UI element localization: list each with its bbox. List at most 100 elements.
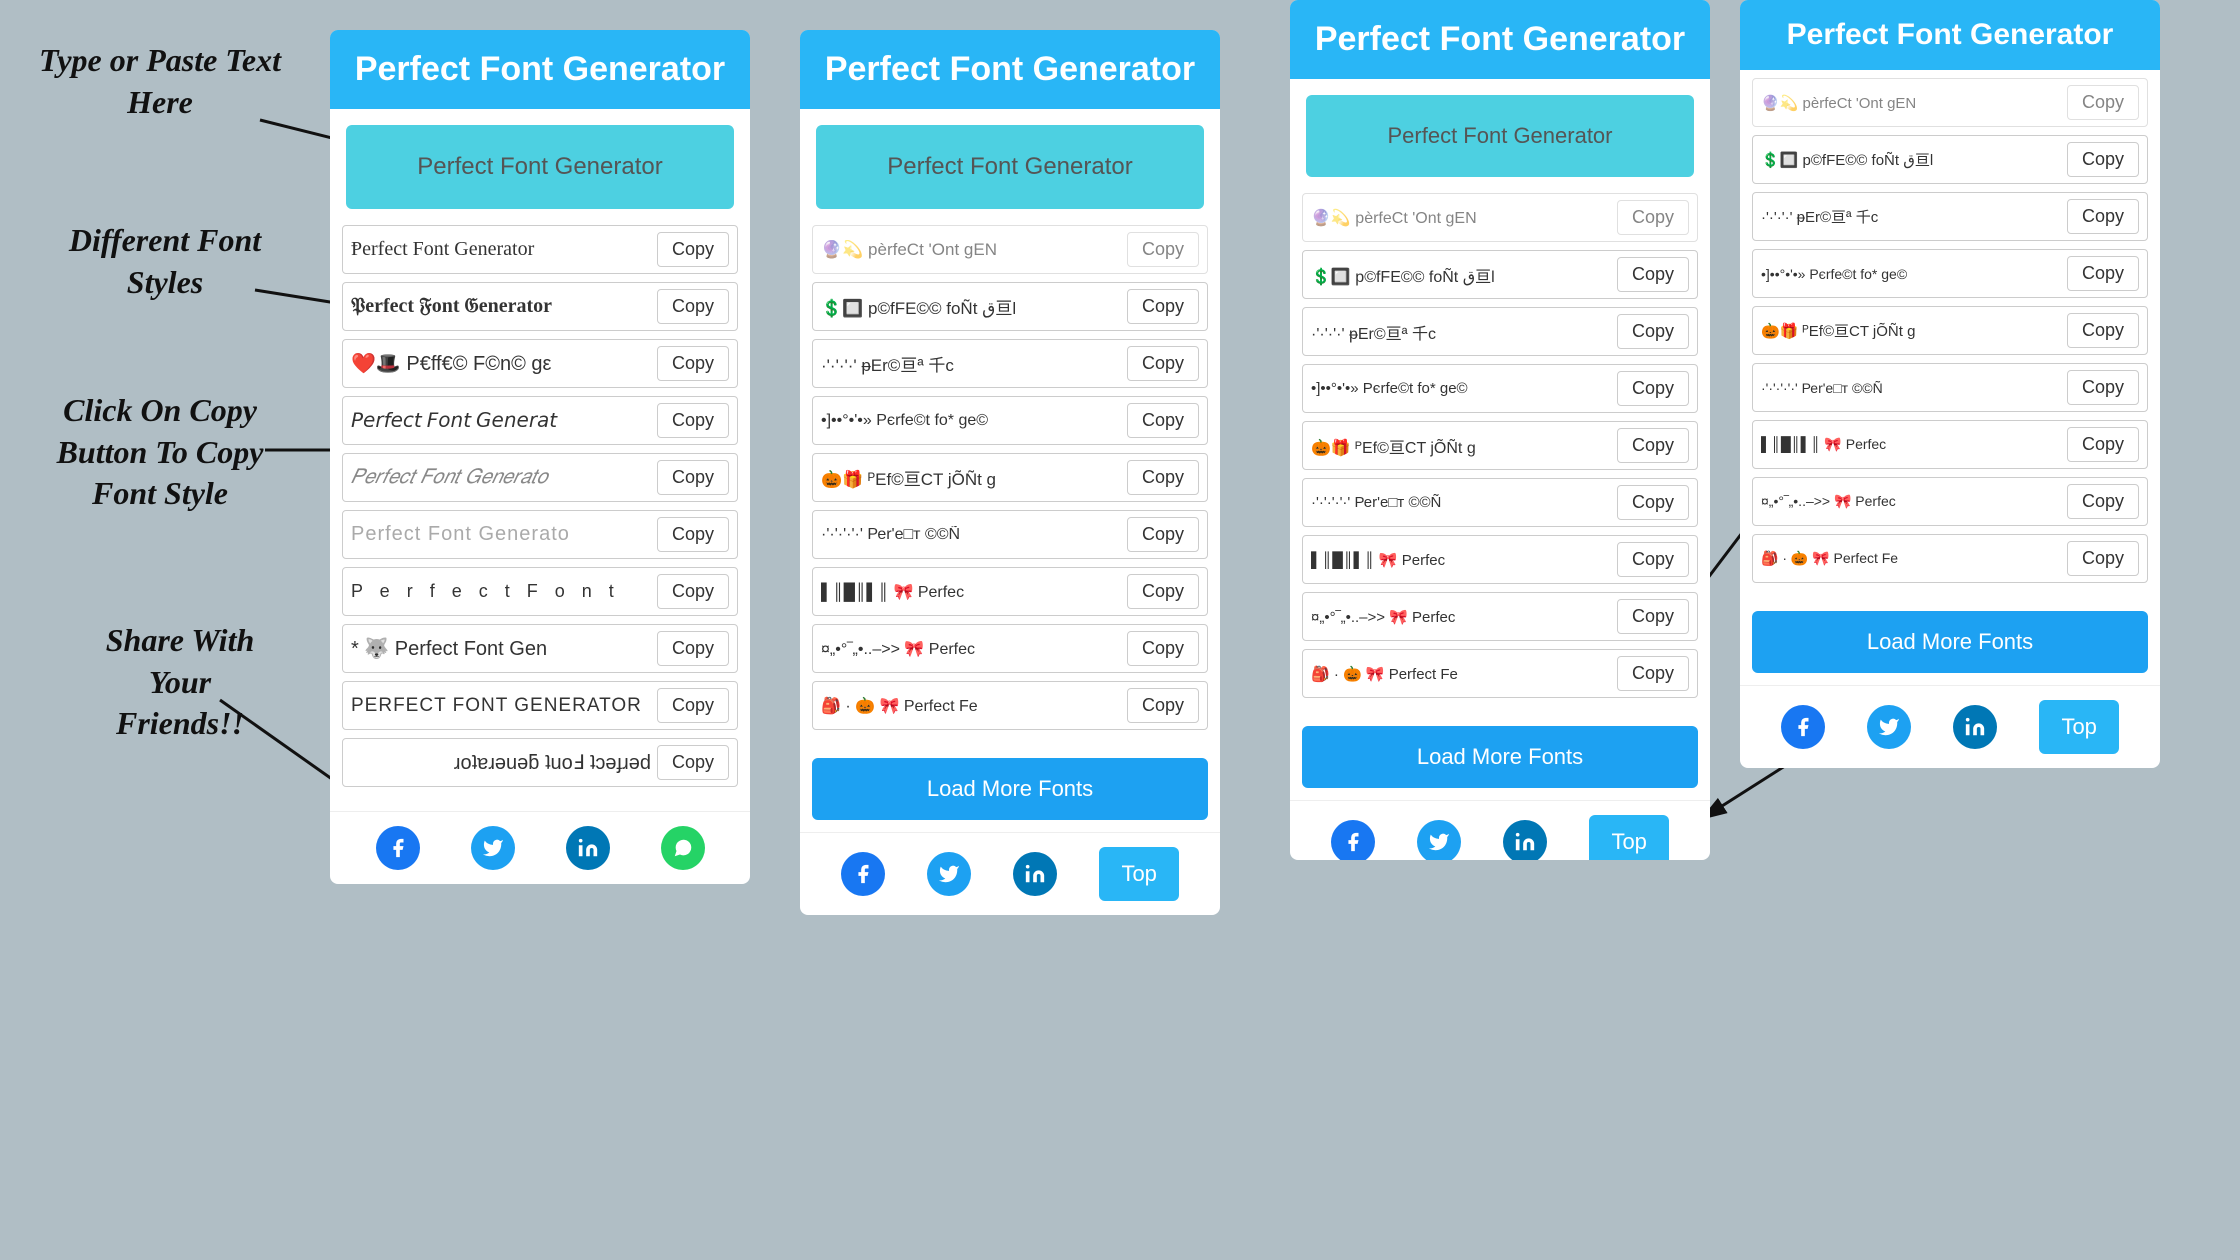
copy-button[interactable]: Copy bbox=[2067, 199, 2139, 234]
copy-button[interactable]: Copy bbox=[1127, 631, 1199, 666]
font-row: ·'·'·'·' ᵽEr©亘ª 千c Copy bbox=[812, 339, 1208, 388]
copy-button[interactable]: Copy bbox=[657, 346, 729, 381]
load-more-button-3[interactable]: Load More Fonts bbox=[1752, 611, 2148, 673]
copy-button[interactable]: Copy bbox=[1617, 371, 1689, 406]
copy-button[interactable]: Copy bbox=[657, 289, 729, 324]
linkedin-icon-4[interactable] bbox=[1953, 705, 1997, 749]
font-row: 𝘗𝘦𝘳𝘧𝘦𝘤𝘵 𝘍𝘰𝘯𝘵 𝘎𝘦𝘯𝘦𝘳𝘢𝘵 Copy bbox=[342, 396, 738, 445]
annotation-click-copy: Click On CopyButton To CopyFont Style bbox=[20, 390, 300, 515]
linkedin-icon-3[interactable] bbox=[1503, 820, 1547, 860]
copy-button[interactable]: Copy bbox=[1617, 599, 1689, 634]
copy-button[interactable]: Copy bbox=[657, 517, 729, 552]
linkedin-icon[interactable] bbox=[566, 826, 610, 870]
copy-button[interactable]: Copy bbox=[657, 688, 729, 723]
top-button-2[interactable]: Top bbox=[1589, 815, 1668, 860]
font-text: 🎃🎁 ᴾEf©亘CT jÕÑt g bbox=[821, 465, 1121, 490]
copy-button[interactable]: Copy bbox=[1127, 574, 1199, 609]
font-row: 🎃🎁 ᴾEf©亘CT jÕÑt g Copy bbox=[1302, 421, 1698, 470]
top-button[interactable]: Top bbox=[1099, 847, 1178, 901]
copy-button[interactable]: Copy bbox=[1127, 403, 1199, 438]
font-row: Ᵽerfect Font Generator Copy bbox=[342, 225, 738, 274]
font-text: Ᵽerfect Font Generator bbox=[351, 238, 651, 261]
font-row: ¤„•°‾„•..–>> 🎀 Perfec Copy bbox=[1752, 477, 2148, 526]
font-row: ·'·'·'·'·' Реr'е□т ©©Ñ Copy bbox=[812, 510, 1208, 559]
copy-button[interactable]: Copy bbox=[1127, 517, 1199, 552]
copy-button[interactable]: Copy bbox=[657, 745, 729, 780]
top-button-3[interactable]: Top bbox=[2039, 700, 2118, 754]
copy-button[interactable]: Copy bbox=[1617, 428, 1689, 463]
copy-button[interactable]: Copy bbox=[1127, 688, 1199, 723]
font-row: ▌║█║▌║ 🎀 Perfec Copy bbox=[812, 567, 1208, 616]
copy-button[interactable]: Copy bbox=[1617, 257, 1689, 292]
copy-button[interactable]: Copy bbox=[1617, 542, 1689, 577]
copy-button[interactable]: Copy bbox=[2067, 541, 2139, 576]
copy-button[interactable]: Copy bbox=[657, 232, 729, 267]
font-row: ▌║█║▌║ 🎀 Perfec Copy bbox=[1752, 420, 2148, 469]
font-row: 💲🔲 p©fFE©© foÑt ق亘l Copy bbox=[1302, 250, 1698, 299]
font-row: * 🐺 Perfect Font Gen Copy bbox=[342, 624, 738, 673]
copy-button[interactable]: Copy bbox=[2067, 256, 2139, 291]
twitter-icon-2[interactable] bbox=[927, 852, 971, 896]
copy-button[interactable]: Copy bbox=[1127, 289, 1199, 324]
copy-button[interactable]: Copy bbox=[1617, 656, 1689, 691]
copy-button[interactable]: Copy bbox=[1617, 200, 1689, 235]
facebook-icon[interactable] bbox=[376, 826, 420, 870]
copy-button[interactable]: Copy bbox=[1127, 346, 1199, 381]
copy-button[interactable]: Copy bbox=[657, 631, 729, 666]
copy-button[interactable]: Copy bbox=[1617, 485, 1689, 520]
copy-button[interactable]: Copy bbox=[2067, 484, 2139, 519]
twitter-icon-3[interactable] bbox=[1417, 820, 1461, 860]
twitter-icon-4[interactable] bbox=[1867, 705, 1911, 749]
font-text: ·'·'·'·' ᵽEr©亘ª 千c bbox=[1761, 206, 2061, 227]
load-more-button-2[interactable]: Load More Fonts bbox=[1302, 726, 1698, 788]
font-row: 🔮💫 pèrfeCt 'Ont gEN Copy bbox=[1752, 78, 2148, 127]
font-text: ·'·'·'·' ᵽEr©亘ª 千c bbox=[821, 351, 1121, 376]
text-input-area-2[interactable]: Perfect Font Generator bbox=[816, 125, 1204, 209]
copy-button[interactable]: Copy bbox=[2067, 427, 2139, 462]
font-text: PERFECT FONT GENERATOR bbox=[351, 695, 651, 717]
font-row: ·'·'·'·' ᵽEr©亘ª 千c Copy bbox=[1302, 307, 1698, 356]
font-row: ¤„•°‾„•..–>> 🎀 Perfec Copy bbox=[1302, 592, 1698, 641]
text-input-area-3[interactable]: Perfect Font Generator bbox=[1306, 95, 1694, 177]
font-text: 🔮💫 pèrfeCt 'Ont gEN bbox=[821, 240, 1121, 260]
font-text: ·'·'·'·'·' Реr'е□т ©©Ñ bbox=[1311, 494, 1611, 511]
copy-button[interactable]: Copy bbox=[2067, 85, 2139, 120]
copy-button[interactable]: Copy bbox=[657, 574, 729, 609]
font-row: 🎒 · 🎃 🎀 Perfect Fe Copy bbox=[1752, 534, 2148, 583]
font-text: ¤„•°‾„•..–>> 🎀 Perfec bbox=[1761, 493, 2061, 510]
social-bar-left bbox=[330, 811, 750, 884]
copy-button[interactable]: Copy bbox=[1617, 314, 1689, 349]
copy-button[interactable]: Copy bbox=[657, 460, 729, 495]
copy-button[interactable]: Copy bbox=[2067, 313, 2139, 348]
font-text: ¤„•°‾„•..–>> 🎀 Perfec bbox=[821, 639, 1121, 659]
whatsapp-icon[interactable] bbox=[661, 826, 705, 870]
panel-right-title: Perfect Font Generator bbox=[816, 50, 1204, 89]
font-text: ·'·'·'·'·' Реr'е□т ©©Ñ bbox=[821, 526, 1121, 544]
font-row: ¤„•°‾„•..–>> 🎀 Perfec Copy bbox=[812, 624, 1208, 673]
font-text: 💲🔲 p©fFE©© foÑt ق亘l bbox=[821, 294, 1121, 319]
font-row-partial-r2: 🔮💫 pèrfeCt 'Ont gEN Copy bbox=[1302, 193, 1698, 242]
facebook-icon-4[interactable] bbox=[1781, 705, 1825, 749]
font-row: 🎒 · 🎃 🎀 Perfect Fe Copy bbox=[1302, 649, 1698, 698]
copy-button[interactable]: Copy bbox=[2067, 370, 2139, 405]
font-text: 💲🔲 p©fFE©© foÑt ق亘l bbox=[1761, 149, 2061, 170]
copy-button[interactable]: Copy bbox=[1127, 232, 1199, 267]
font-text: Perfect Font Generato bbox=[351, 523, 651, 546]
font-text: ·'·'·'·' ᵽEr©亘ª 千c bbox=[1311, 320, 1611, 344]
panel-right-header: Perfect Font Generator bbox=[800, 30, 1220, 109]
font-list-r2: 🔮💫 pèrfeCt 'Ont gEN Copy 💲🔲 p©fFE©© foÑt… bbox=[1290, 193, 1710, 718]
font-row: PERFECT FONT GENERATOR Copy bbox=[342, 681, 738, 730]
copy-button[interactable]: Copy bbox=[2067, 142, 2139, 177]
text-input-area[interactable]: Perfect Font Generator bbox=[346, 125, 734, 209]
panel-r2-title: Perfect Font Generator bbox=[1306, 20, 1694, 59]
facebook-icon-3[interactable] bbox=[1331, 820, 1375, 860]
copy-button[interactable]: Copy bbox=[657, 403, 729, 438]
load-more-button[interactable]: Load More Fonts bbox=[812, 758, 1208, 820]
input-text: Perfect Font Generator bbox=[417, 153, 662, 180]
font-text: 🎃🎁 ᴾEf©亘CT jÕÑt g bbox=[1761, 320, 2061, 341]
facebook-icon-2[interactable] bbox=[841, 852, 885, 896]
copy-button[interactable]: Copy bbox=[1127, 460, 1199, 495]
twitter-icon[interactable] bbox=[471, 826, 515, 870]
font-text: 𝘗𝘦𝘳𝘧𝘦𝘤𝘵 𝘍𝘰𝘯𝘵 𝘎𝘦𝘯𝘦𝘳𝘢𝘵 bbox=[351, 408, 651, 433]
linkedin-icon-2[interactable] bbox=[1013, 852, 1057, 896]
